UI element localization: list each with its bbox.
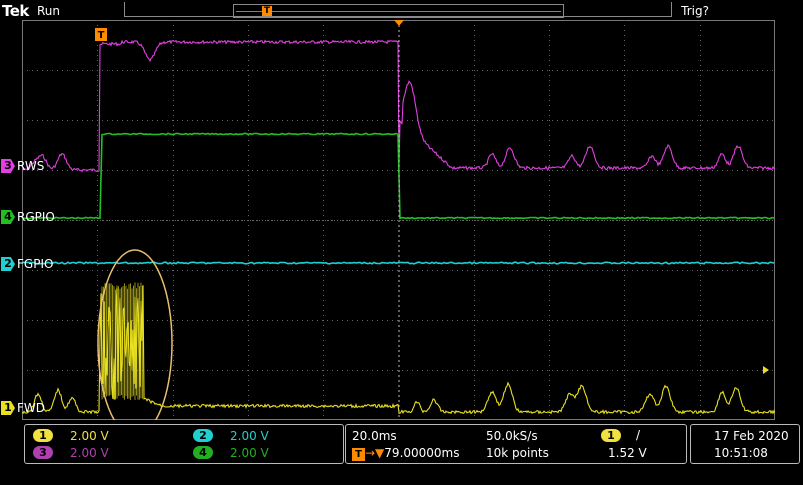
horizontal-trigger-readout[interactable]: 20.0ms 50.0kS/s T →▼79.00000ms 10k points… — [345, 424, 687, 464]
ch4-readout-badge: 4 — [193, 446, 213, 459]
waveform-display[interactable]: T — [22, 20, 775, 420]
trigger-level: 1.52 V — [608, 446, 647, 460]
sample-rate: 50.0kS/s — [486, 429, 538, 443]
channel-1-badge: 1 — [1, 401, 15, 415]
channel-4-name: RGPIO — [17, 210, 55, 224]
trigger-slope-icon: / — [636, 428, 641, 442]
channel-4-badge: 4 — [1, 210, 15, 224]
status-bar: Tek Run T Trig? — [0, 0, 803, 20]
trigger-delay: 79.00000ms — [384, 446, 460, 460]
trigger-position-marker[interactable] — [394, 20, 404, 26]
trigger-position-badge: T — [352, 448, 365, 461]
time-per-division: 20.0ms — [352, 429, 397, 443]
ch2-scale: 2.00 V — [230, 429, 269, 443]
time: 10:51:08 — [714, 446, 768, 460]
vertical-readout[interactable]: 1 2.00 V 2 2.00 V 3 2.00 V 4 2.00 V — [24, 424, 344, 464]
ch3-scale: 2.00 V — [70, 446, 109, 460]
channel-1-label[interactable]: 1 FWD — [1, 401, 45, 415]
channel-3-name: RWS — [17, 159, 45, 173]
date: 17 Feb 2020 — [714, 429, 789, 443]
trigger-delay-readout: T →▼79.00000ms — [352, 446, 460, 461]
oscilloscope-screen: Tek Run T Trig? T 3 RWS 4 RGPIO 2 FGPIO 1 FW… — [0, 0, 803, 485]
brand-logo: Tek — [2, 2, 29, 20]
delay-arrow-icon: →▼ — [365, 446, 385, 460]
acquisition-state: Run — [37, 4, 61, 18]
channel-2-badge: 2 — [1, 257, 15, 271]
trigger-point-label: T — [98, 30, 105, 41]
trigger-level-marker[interactable] — [763, 366, 769, 374]
channel-2-name: FGPIO — [17, 257, 54, 271]
record-view-line — [236, 11, 561, 12]
record-view-window[interactable]: T — [233, 4, 564, 18]
ch1-scale: 2.00 V — [70, 429, 109, 443]
trigger-state: Trig? — [681, 4, 709, 18]
channel-1-name: FWD — [17, 401, 46, 415]
ch4-scale: 2.00 V — [230, 446, 269, 460]
ch2-readout-badge: 2 — [193, 429, 213, 442]
clock-readout: 17 Feb 2020 10:51:08 — [690, 424, 800, 464]
record-length: 10k points — [486, 446, 549, 460]
readout-panel: 1 2.00 V 2 2.00 V 3 2.00 V 4 2.00 V 20.0… — [0, 422, 803, 485]
channel-3-badge: 3 — [1, 159, 15, 173]
record-view-trigger-marker: T — [262, 6, 272, 16]
channel-2-label[interactable]: 2 FGPIO — [1, 257, 53, 271]
trigger-source-badge: 1 — [601, 429, 621, 442]
ch1-readout-badge: 1 — [33, 429, 53, 442]
channel-3-label[interactable]: 3 RWS — [1, 159, 44, 173]
channel-4-label[interactable]: 4 RGPIO — [1, 210, 55, 224]
ch3-readout-badge: 3 — [33, 446, 53, 459]
